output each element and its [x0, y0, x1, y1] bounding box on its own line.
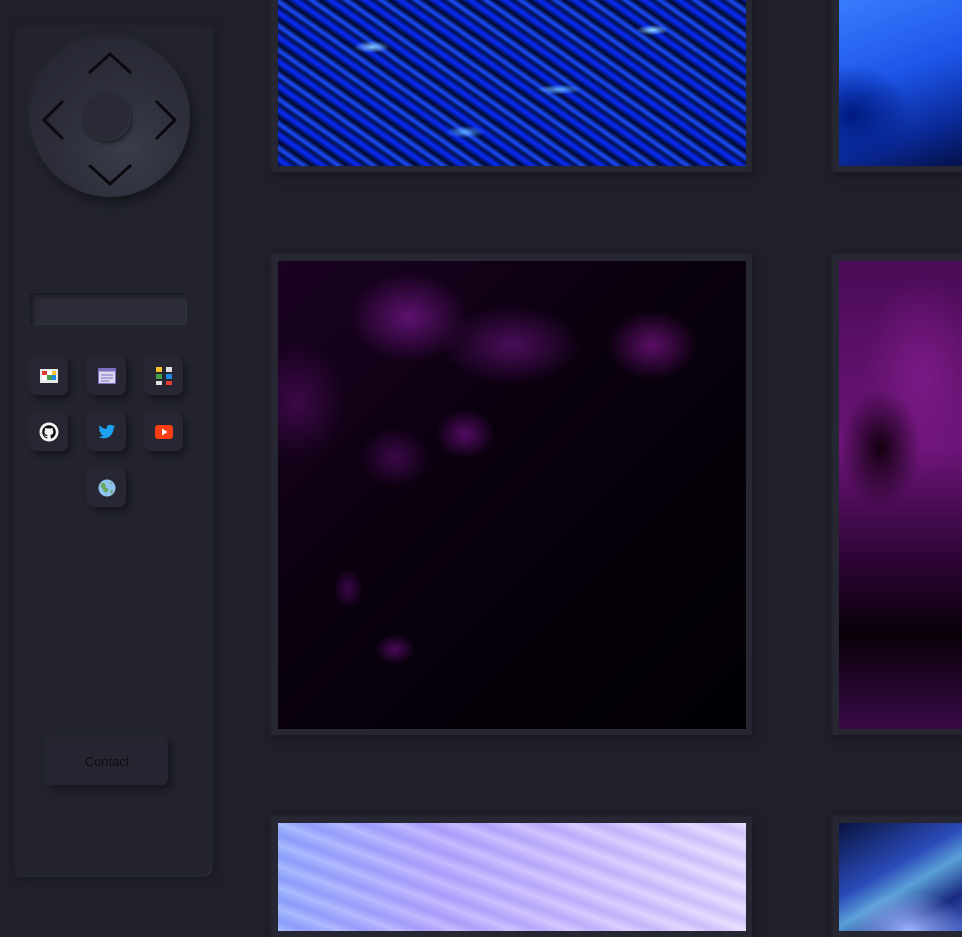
arrow-right-button[interactable]: [152, 99, 178, 141]
twitter-icon: [98, 424, 116, 439]
gallery-tile[interactable]: [833, 255, 962, 735]
checkered-app-button[interactable]: [30, 357, 68, 395]
chevron-up-icon: [87, 51, 133, 75]
chevron-left-icon: [41, 99, 65, 141]
magenta-blob-image: [839, 261, 962, 729]
gallery-tile[interactable]: [272, 255, 752, 735]
browser-window-button[interactable]: [88, 357, 126, 395]
youtube-button[interactable]: [145, 413, 183, 451]
search-input[interactable]: [30, 293, 187, 325]
twitter-button[interactable]: [88, 413, 126, 451]
direction-pad: [30, 37, 190, 197]
arrow-up-button[interactable]: [86, 51, 134, 77]
gallery-tile[interactable]: [272, 817, 752, 937]
github-button[interactable]: [30, 413, 68, 451]
github-icon: [39, 422, 59, 442]
checkered-app-icon: [40, 369, 58, 383]
globe-button[interactable]: [88, 469, 126, 507]
globe-icon: [98, 479, 116, 497]
blue-gradient-texture-image: [839, 0, 962, 166]
gallery-tile[interactable]: [833, 817, 962, 937]
grid-app-icon: [156, 367, 172, 385]
browser-window-icon: [98, 368, 116, 384]
grid-app-button[interactable]: [145, 357, 183, 395]
dark-purple-blob-image: [278, 261, 746, 729]
sidebar: Contact: [11, 21, 213, 877]
youtube-icon: [155, 425, 173, 439]
chevron-down-icon: [87, 163, 133, 187]
chevron-right-icon: [154, 99, 178, 141]
blue-marble-texture-image: [278, 0, 746, 166]
arrow-left-button[interactable]: [41, 99, 67, 141]
dpad-center-button[interactable]: [83, 93, 131, 141]
gallery-tile[interactable]: [833, 0, 962, 172]
arrow-down-button[interactable]: [86, 161, 134, 187]
contact-button[interactable]: Contact: [46, 737, 168, 785]
gallery-tile[interactable]: [272, 0, 752, 172]
